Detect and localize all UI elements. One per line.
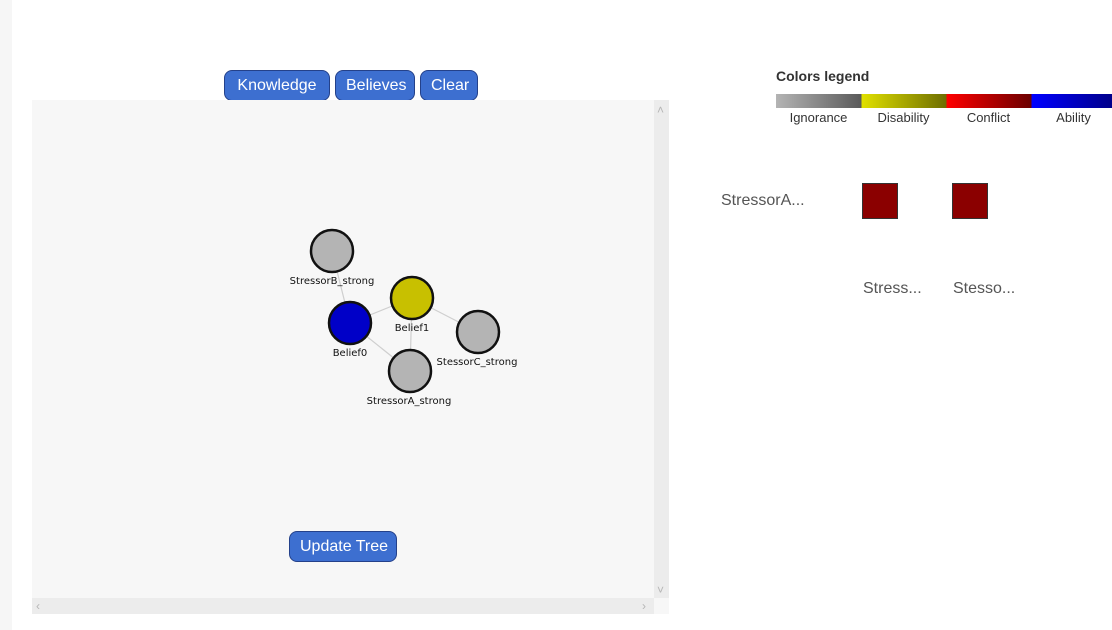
matrix-cell[interactable]	[862, 183, 898, 219]
graph-node[interactable]: StressorB_strong	[290, 228, 375, 287]
matrix-row-label: StressorA...	[721, 192, 805, 209]
node-label: Belief1	[395, 323, 430, 334]
clear-button[interactable]: Clear	[420, 70, 478, 101]
node-label: StessorC_strong	[437, 357, 518, 368]
legend-label-disability: Disability	[877, 110, 930, 125]
knowledge-button[interactable]: Knowledge	[224, 70, 330, 101]
graph-node[interactable]: Belief1	[389, 275, 435, 334]
legend-label-ability: Ability	[1056, 110, 1091, 125]
node-label: StressorB_strong	[290, 276, 375, 287]
graph-toolbar: Knowledge Believes Clear	[224, 70, 478, 101]
graph-node[interactable]: Belief0	[327, 300, 373, 359]
matrix-col-label: Stesso...	[953, 280, 1016, 297]
scroll-left-icon[interactable]: ‹	[36, 600, 40, 612]
graph-node[interactable]: StessorC_strong	[437, 309, 518, 368]
matrix-col-label: Stress...	[863, 280, 922, 297]
scroll-up-icon[interactable]: ˄	[657, 104, 664, 116]
node-label: Belief0	[333, 348, 368, 359]
scroll-down-icon[interactable]: ˅	[657, 584, 664, 596]
belief-graph[interactable]: StressorB_strong Belief1 Belief0 Stessor…	[32, 100, 654, 598]
scroll-corner	[654, 598, 669, 614]
legend-labels: Ignorance Disability Conflict Ability	[776, 110, 1112, 128]
legend-color-bar	[776, 94, 1112, 108]
legend-label-conflict: Conflict	[966, 110, 1011, 125]
legend-label-ignorance: Ignorance	[789, 110, 848, 125]
believes-button[interactable]: Believes	[335, 70, 415, 101]
vertical-scrollbar[interactable]: ˄ ˅	[654, 100, 669, 598]
node-label: StressorA_strong	[367, 396, 452, 407]
matrix-cell[interactable]	[952, 183, 988, 219]
legend-title: Colors legend	[776, 68, 870, 84]
left-margin	[0, 0, 12, 630]
scroll-right-icon[interactable]: ›	[642, 600, 646, 612]
update-tree-button[interactable]: Update Tree	[289, 531, 397, 562]
horizontal-scrollbar[interactable]: ‹ ›	[32, 598, 654, 614]
